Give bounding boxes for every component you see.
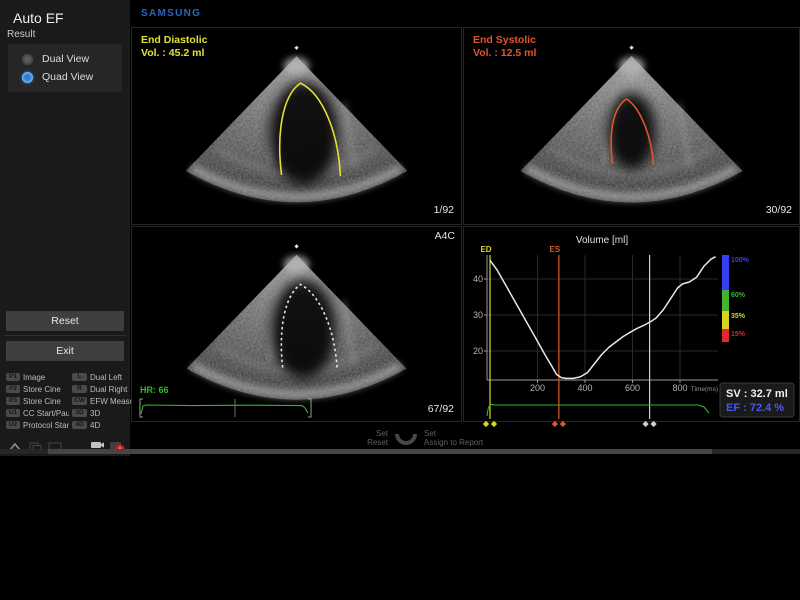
- reset-button[interactable]: Reset: [6, 311, 124, 331]
- scrollbar-thumb[interactable]: [48, 449, 712, 454]
- apex-marker-icon: [294, 46, 298, 50]
- apex-marker-icon: [294, 244, 298, 248]
- set-reset-hint: Set Reset: [340, 429, 388, 447]
- timeline-scrollbar[interactable]: [0, 449, 800, 454]
- ultrasound-image-a4c: [132, 227, 461, 421]
- svg-text:15%: 15%: [731, 331, 746, 338]
- function-key-row: U2 Protocol Start... 4D 4D: [6, 420, 128, 431]
- function-key-row: P2 Store Cine R Dual Right: [6, 384, 128, 395]
- svg-text:40: 40: [473, 274, 483, 284]
- svg-text:ED: ED: [480, 245, 491, 254]
- es-title-line: End Systolic: [473, 34, 536, 47]
- volume-chart: 20 30 40 200 400 600 800 Time(ms) Volume […: [464, 227, 799, 453]
- svg-text:100%: 100%: [731, 257, 750, 264]
- frame-counter-es: 30/92: [766, 204, 792, 216]
- view-label-a4c: A4C: [435, 230, 455, 242]
- volume-time-plot: 20 30 40 200 400 600 800 Time(ms) Volume […: [464, 227, 799, 453]
- function-key-row: P1 Image L Dual Left: [6, 372, 128, 383]
- set-assign-hint: Set Assign to Report: [424, 429, 483, 447]
- trackball-hints: Set Reset Set Assign to Report: [340, 429, 483, 447]
- function-key-row: U1 CC Start/Pause 3D 3D: [6, 408, 128, 419]
- control-panel: Auto EF Result Dual View Quad View Reset…: [0, 0, 130, 456]
- frame-counter-a4c: 67/92: [428, 403, 454, 415]
- result-section-label: Result: [7, 29, 35, 40]
- trackball-icon: [394, 431, 418, 445]
- radio-option-dual-view[interactable]: Dual View: [8, 50, 122, 68]
- svg-text:SV : 32.7 ml: SV : 32.7 ml: [726, 388, 788, 400]
- svg-text:600: 600: [625, 383, 640, 393]
- svg-text:60%: 60%: [731, 292, 746, 299]
- svg-text:Time(ms): Time(ms): [691, 386, 718, 393]
- svg-text:EF : 72.4 %: EF : 72.4 %: [726, 402, 784, 414]
- svg-text:ES: ES: [550, 245, 561, 254]
- ecg-strip: [132, 396, 332, 422]
- radio-selected-icon[interactable]: [22, 72, 33, 83]
- divider: [4, 335, 126, 336]
- radio-unselected-icon[interactable]: [22, 54, 33, 65]
- quadrant-end-diastolic[interactable]: End Diastolic Vol. : 45.2 ml 1/92: [132, 28, 461, 224]
- apex-marker-icon: [629, 45, 633, 49]
- es-title: End Systolic Vol. : 12.5 ml: [473, 34, 536, 60]
- ed-title-line: End Diastolic: [141, 34, 208, 47]
- samsung-logo: SAMSUNG: [141, 8, 201, 19]
- es-volume-value: Vol. : 12.5 ml: [473, 47, 536, 60]
- view-mode-radio-group: Dual View Quad View: [8, 44, 122, 92]
- svg-text:800: 800: [672, 383, 687, 393]
- svg-text:20: 20: [473, 346, 483, 356]
- ecg-right-bracket: [308, 399, 311, 417]
- svg-text:30: 30: [473, 310, 483, 320]
- radio-option-quad-view[interactable]: Quad View: [8, 68, 122, 86]
- svg-text:35%: 35%: [731, 313, 746, 320]
- svg-text:Volume [ml]: Volume [ml]: [576, 235, 628, 246]
- exit-button[interactable]: Exit: [6, 341, 124, 361]
- function-key-row: P3 Store Cine CW EFW Measure: [6, 396, 128, 407]
- page-title: Auto EF: [13, 10, 64, 26]
- heart-rate-value: HR: 66: [140, 385, 169, 395]
- quadrant-end-systolic[interactable]: End Systolic Vol. : 12.5 ml 30/92: [464, 28, 799, 224]
- ultrasound-sector: [132, 227, 461, 421]
- svg-text:400: 400: [577, 383, 592, 393]
- quadrant-a4c[interactable]: A4C 67/92: [132, 227, 461, 421]
- frame-counter-ed: 1/92: [434, 204, 454, 216]
- function-key-map: P1 Image L Dual Left P2 Store Cine R Dua…: [6, 372, 128, 432]
- ed-volume-value: Vol. : 45.2 ml: [141, 47, 208, 60]
- svg-text:200: 200: [530, 383, 545, 393]
- ed-title: End Diastolic Vol. : 45.2 ml: [141, 34, 208, 60]
- ecg-trace: [141, 405, 308, 414]
